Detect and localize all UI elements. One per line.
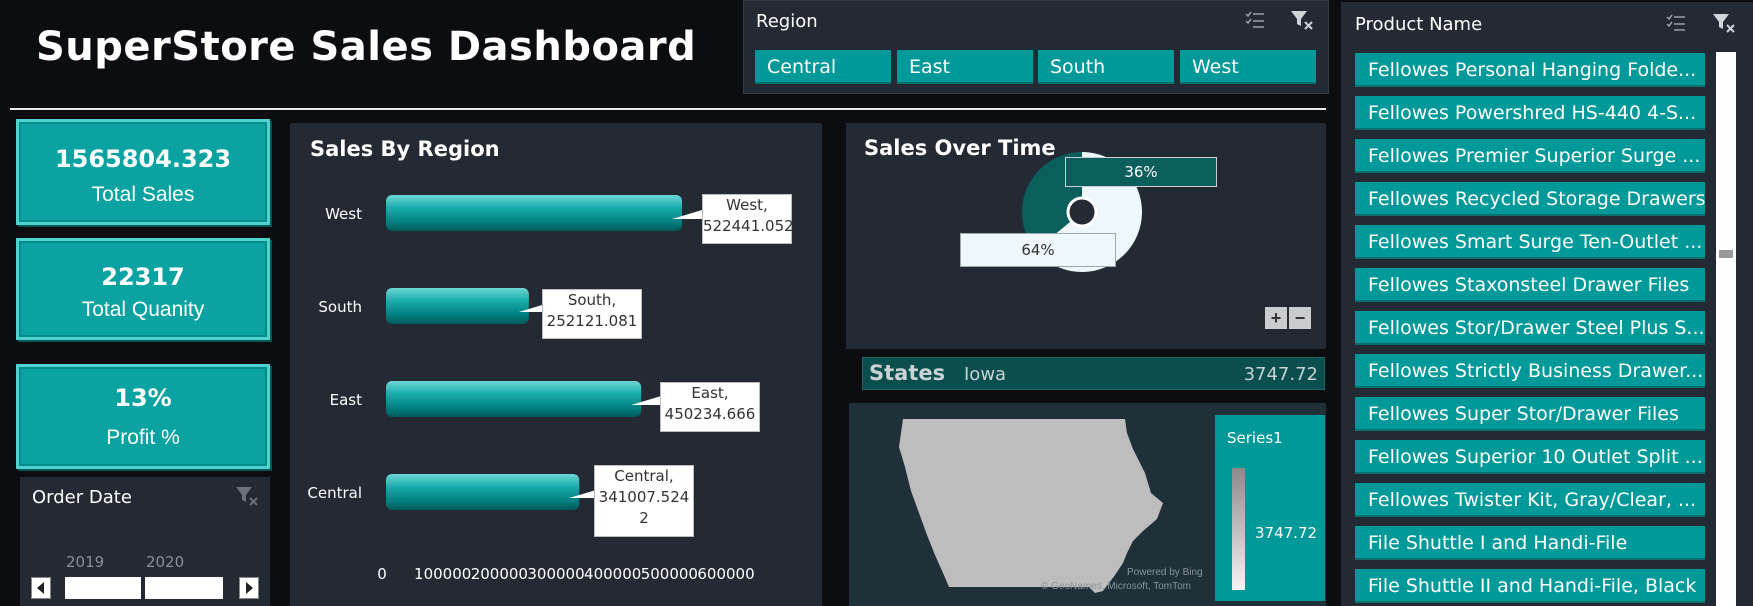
profit-label: Profit % xyxy=(106,426,180,449)
map-panel: Powered by Bing © GeoNames, Microsoft, T… xyxy=(849,403,1326,606)
total-quantity-label: Total Quanity xyxy=(81,298,205,321)
map-legend-value: 3747.72 xyxy=(1255,524,1318,542)
callout-central-line2: 341007.524 xyxy=(598,488,690,506)
region-chip-south[interactable]: South xyxy=(1038,50,1174,84)
profit-value: 13% xyxy=(114,384,172,412)
product-item[interactable]: Fellowes Staxonsteel Drawer Files xyxy=(1355,268,1705,302)
product-item[interactable]: Fellowes Premier Superior Surge ... xyxy=(1355,139,1705,173)
product-item[interactable]: Fellowes Powershred HS-440 4-S... xyxy=(1355,96,1705,130)
multi-select-icon[interactable] xyxy=(1665,13,1687,38)
timeline-year-2020: 2020 xyxy=(146,553,185,571)
callout-east-line1: East, xyxy=(691,384,729,402)
states-label: States xyxy=(869,361,946,385)
callout-south-line2: 252121.081 xyxy=(546,312,638,330)
total-sales-value: 1565804.323 xyxy=(54,145,232,173)
map-attribution-copyright: © GeoNames, Microsoft, TomTom xyxy=(1041,581,1191,592)
clear-filter-icon[interactable] xyxy=(1712,12,1736,39)
x-tick-label: 500000 xyxy=(641,565,698,583)
total-sales-label: Total Sales xyxy=(91,183,195,206)
timeline-scroll-left-button[interactable] xyxy=(31,577,51,599)
product-item[interactable]: Fellowes Personal Hanging Folde... xyxy=(1355,53,1705,87)
region-chip-east[interactable]: East xyxy=(897,50,1033,84)
map-legend: Series1 3747.72 xyxy=(1215,415,1325,601)
timeline-year-2019: 2019 xyxy=(66,553,105,571)
product-slicer-title: Product Name xyxy=(1355,14,1483,35)
states-bar: States Iowa 3747.72 xyxy=(862,357,1325,390)
page-title: SuperStore Sales Dashboard xyxy=(36,24,697,70)
x-tick-label: 100000 xyxy=(414,565,471,583)
x-tick-label: 300000 xyxy=(527,565,584,583)
zoom-in-button[interactable]: + xyxy=(1265,307,1287,329)
timeline-period-2019[interactable] xyxy=(65,577,141,599)
region-chip-west[interactable]: West xyxy=(1180,50,1316,84)
category-label-west: West xyxy=(325,205,362,223)
clear-filter-icon[interactable] xyxy=(235,485,259,512)
region-slicer: Region Central East South West xyxy=(743,0,1329,94)
bar-west xyxy=(386,195,683,231)
x-tick-label: 0 xyxy=(377,565,387,583)
x-tick-label: 400000 xyxy=(584,565,641,583)
title-divider xyxy=(10,108,1326,110)
callout-west: West, 522441.052 xyxy=(702,194,794,244)
region-chip-central[interactable]: Central xyxy=(755,50,891,84)
order-date-title: Order Date xyxy=(32,487,132,508)
callout-central-line3: 2 xyxy=(639,509,649,527)
product-item[interactable]: Fellowes Stor/Drawer Steel Plus S... xyxy=(1355,311,1705,345)
product-item[interactable]: Fellowes Twister Kit, Gray/Clear, ... xyxy=(1355,483,1705,517)
callout-central: Central, 341007.524 2 xyxy=(594,465,694,537)
bar-central xyxy=(386,474,580,510)
order-date-timeline: Order Date 2019 2020 xyxy=(20,477,270,606)
sales-over-time-panel: Sales Over Time 36% 64% + − xyxy=(846,123,1326,349)
multi-select-icon[interactable] xyxy=(1244,10,1266,35)
callout-west-line1: West, xyxy=(726,196,768,214)
region-slicer-title: Region xyxy=(756,11,818,32)
bar-south xyxy=(386,288,529,324)
callout-central-line1: Central, xyxy=(614,467,674,485)
timeline-period-2020[interactable] xyxy=(145,577,223,599)
profit-card: 13% Profit % xyxy=(16,364,270,469)
scrollbar-thumb[interactable] xyxy=(1719,250,1733,258)
category-label-east: East xyxy=(330,391,362,409)
x-tick-label: 600000 xyxy=(697,565,754,583)
sales-by-region-panel: Sales By Region West South East Central 0 100… xyxy=(290,123,822,606)
total-quantity-card: 22317 Total Quanity xyxy=(16,238,270,340)
map-legend-title: Series1 xyxy=(1227,429,1283,447)
pie-label-36: 36% xyxy=(1065,157,1217,187)
callout-west-line2: 522441.052 xyxy=(703,217,794,235)
product-item[interactable]: Fellowes Super Stor/Drawer Files xyxy=(1355,397,1705,431)
timeline-scroll-right-button[interactable] xyxy=(239,577,259,599)
product-slicer-scrollbar[interactable] xyxy=(1716,52,1736,606)
map-attribution-bing: Powered by Bing xyxy=(1127,567,1203,578)
product-item[interactable]: Fellowes Recycled Storage Drawers xyxy=(1355,182,1705,216)
product-item[interactable]: Fellowes Smart Surge Ten-Outlet ... xyxy=(1355,225,1705,259)
product-item[interactable]: File Shuttle I and Handi-File xyxy=(1355,526,1705,560)
zoom-out-button[interactable]: − xyxy=(1289,307,1311,329)
pie-label-64: 64% xyxy=(960,233,1116,267)
product-item[interactable]: Fellowes Superior 10 Outlet Split ... xyxy=(1355,440,1705,474)
donut-hole xyxy=(1066,196,1098,228)
total-sales-card: 1565804.323 Total Sales xyxy=(16,119,270,225)
x-tick-label: 200000 xyxy=(471,565,528,583)
total-quantity-value: 22317 xyxy=(101,263,185,291)
clear-filter-icon[interactable] xyxy=(1290,9,1314,36)
category-label-south: South xyxy=(318,298,362,316)
bar-east xyxy=(386,381,642,417)
callout-south-line1: South, xyxy=(567,291,617,309)
states-name: Iowa xyxy=(964,364,1007,385)
product-item[interactable]: Fellowes Strictly Business Drawer... xyxy=(1355,354,1705,388)
states-value: 3747.72 xyxy=(1243,364,1318,385)
category-label-central: Central xyxy=(307,484,362,502)
callout-east-line2: 450234.666 xyxy=(664,405,756,423)
callout-east: East, 450234.666 xyxy=(660,382,760,432)
map-legend-gradient xyxy=(1232,468,1245,590)
product-item[interactable]: File Shuttle II and Handi-File, Black xyxy=(1355,569,1705,603)
callout-south: South, 252121.081 xyxy=(542,289,642,339)
